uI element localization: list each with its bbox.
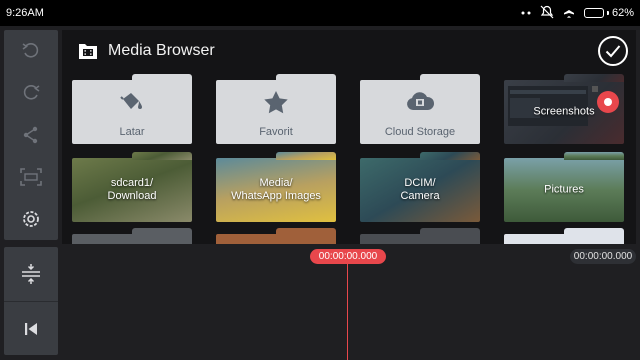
signal-dots-icon	[520, 7, 532, 19]
status-time: 9:26AM	[6, 7, 44, 19]
folder-row3-4[interactable]	[504, 228, 624, 244]
folder-sdcard1-download[interactable]: sdcard1/ Download	[72, 152, 192, 222]
media-browser: Media Browser Latar Favorit Cloud Storag…	[62, 30, 636, 244]
folder-row3-1[interactable]	[72, 228, 192, 244]
settings-button[interactable]	[4, 198, 58, 240]
folder-row3-3[interactable]	[360, 228, 480, 244]
undo-button[interactable]	[4, 30, 58, 72]
confirm-button[interactable]	[598, 36, 628, 66]
redo-icon	[23, 85, 40, 100]
folder-label: Favorit	[259, 126, 293, 138]
folder-favorit[interactable]: Favorit	[216, 74, 336, 144]
star-icon	[264, 91, 288, 114]
film-folder-icon	[79, 44, 97, 59]
folder-label: Pictures	[544, 183, 584, 196]
notifications-off-icon	[540, 5, 554, 22]
folder-label: Media/ WhatsApp Images	[231, 177, 321, 202]
video-editor: Media Browser Latar Favorit Cloud Storag…	[0, 26, 640, 360]
cloud-film-icon	[407, 92, 435, 110]
share-icon	[23, 126, 38, 144]
status-bar: 9:26AM 62%	[0, 0, 640, 26]
folder-pictures[interactable]: Pictures	[504, 152, 624, 222]
skip-to-start-button[interactable]	[4, 301, 58, 355]
edit-toolbar	[4, 30, 58, 240]
timeline-toolbar	[4, 247, 58, 355]
crop-button[interactable]	[4, 156, 58, 198]
check-icon	[605, 45, 621, 58]
playhead[interactable]	[347, 262, 348, 360]
folder-label: Latar	[119, 126, 145, 138]
browser-title: Media Browser	[108, 42, 215, 59]
timeline[interactable]: 00:00:00.000 00:00:00.000	[62, 244, 640, 360]
folder-latar[interactable]: Latar	[72, 74, 192, 144]
crop-icon	[20, 168, 42, 186]
folder-grid: Latar Favorit Cloud Storage Screenshots	[62, 72, 636, 244]
airplane-mode-icon	[562, 5, 576, 22]
total-duration: 00:00:00.000	[570, 249, 636, 264]
folder-label: Cloud Storage	[384, 126, 456, 138]
browser-header: Media Browser	[62, 30, 636, 72]
folder-whatsapp-images[interactable]: Media/ WhatsApp Images	[216, 152, 336, 222]
settings-icon	[23, 211, 39, 227]
folder-cloud-storage[interactable]: Cloud Storage	[360, 74, 480, 144]
share-button[interactable]	[4, 114, 58, 156]
folder-label: DCIM/ Camera	[400, 177, 440, 202]
paint-bucket-icon	[120, 93, 142, 109]
folder-screenshots[interactable]: Screenshots	[504, 74, 624, 144]
folder-label: Screenshots	[533, 105, 595, 118]
battery-percent: 62%	[611, 7, 634, 19]
expand-vertical-icon	[22, 264, 40, 284]
folder-label: sdcard1/ Download	[107, 177, 157, 202]
folder-dcim-camera[interactable]: DCIM/ Camera	[360, 152, 480, 222]
playhead-time[interactable]: 00:00:00.000	[310, 249, 386, 264]
status-icons: 62%	[520, 5, 634, 22]
redo-button[interactable]	[4, 72, 58, 114]
battery-icon	[583, 8, 604, 18]
track-height-button[interactable]	[4, 247, 58, 301]
undo-icon	[22, 43, 39, 58]
skip-start-icon	[25, 322, 37, 335]
folder-row3-2[interactable]	[216, 228, 336, 244]
battery-indicator: 62%	[583, 7, 634, 19]
